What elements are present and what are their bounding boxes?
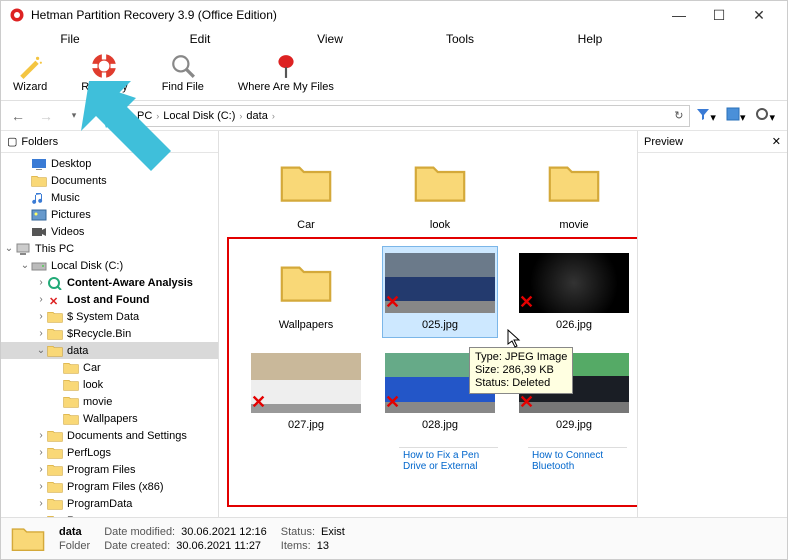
preview-header: Preview bbox=[644, 136, 683, 148]
tree-node[interactable]: Pictures bbox=[1, 206, 218, 223]
help-card[interactable]: How to Fix a Pen Drive or External bbox=[399, 447, 498, 474]
tree-node[interactable]: ⌄Local Disk (C:) bbox=[1, 257, 218, 274]
tree-node[interactable]: ›✕Lost and Found bbox=[1, 291, 218, 308]
folder-item[interactable]: Car bbox=[249, 147, 363, 237]
findfile-label: Find File bbox=[162, 81, 204, 93]
minimize-button[interactable]: — bbox=[659, 1, 699, 29]
history-dropdown[interactable]: ▾ bbox=[63, 105, 85, 127]
refresh-icon[interactable]: ↻ bbox=[674, 109, 683, 122]
content-area: ▢Folders DesktopDocumentsMusicPicturesVi… bbox=[1, 131, 787, 517]
status-date-created: 30.06.2021 11:27 bbox=[176, 540, 261, 552]
tree-node[interactable]: Music bbox=[1, 189, 218, 206]
wherefiles-button[interactable]: Where Are My Files bbox=[234, 51, 338, 95]
close-button[interactable]: ✕ bbox=[739, 1, 779, 29]
tree-node[interactable]: Car bbox=[1, 359, 218, 376]
up-button[interactable]: ↑ bbox=[91, 105, 113, 127]
folder-item[interactable]: look bbox=[383, 147, 497, 237]
folder-item[interactable]: Wallpapers bbox=[249, 247, 363, 337]
path-seg-1[interactable]: Local Disk (C:) bbox=[163, 110, 235, 122]
options-icon[interactable]: ▾ bbox=[755, 107, 775, 124]
deleted-marker-icon: ✕ bbox=[251, 392, 266, 413]
file-item[interactable]: ✕027.jpg bbox=[249, 347, 363, 437]
wizard-button[interactable]: Wizard bbox=[9, 51, 51, 95]
folder-tree[interactable]: DesktopDocumentsMusicPicturesVideos⌄This… bbox=[1, 153, 218, 517]
address-path[interactable]: is PC› Local Disk (C:)› data› ↻ bbox=[119, 105, 690, 127]
lifebuoy-icon bbox=[91, 53, 117, 79]
tree-node[interactable]: ›Content-Aware Analysis bbox=[1, 274, 218, 291]
tree-node[interactable]: Wallpapers bbox=[1, 410, 218, 427]
tree-node[interactable]: ›$ System Data bbox=[1, 308, 218, 325]
tree-node[interactable]: ›PerfLogs bbox=[1, 444, 218, 461]
path-seg-0[interactable]: is PC bbox=[126, 110, 152, 122]
tree-panel: ▢Folders DesktopDocumentsMusicPicturesVi… bbox=[1, 131, 219, 517]
svg-text:✕: ✕ bbox=[49, 296, 58, 307]
tree-node[interactable]: look bbox=[1, 376, 218, 393]
tree-node[interactable]: Documents bbox=[1, 172, 218, 189]
menu-view[interactable]: View bbox=[265, 30, 395, 48]
tree-node[interactable]: ›Program Files bbox=[1, 461, 218, 478]
file-tooltip: Type: JPEG Image Size: 286,39 KB Status:… bbox=[469, 347, 573, 394]
back-button[interactable]: ← bbox=[7, 105, 29, 127]
menu-file[interactable]: File bbox=[5, 30, 135, 48]
file-item[interactable]: ✕025.jpg bbox=[383, 247, 497, 337]
status-name: data bbox=[59, 526, 90, 538]
preview-close-icon[interactable]: ✕ bbox=[772, 135, 781, 148]
mouse-cursor bbox=[507, 329, 523, 349]
status-items: 13 bbox=[317, 540, 329, 552]
menu-edit[interactable]: Edit bbox=[135, 30, 265, 48]
help-card[interactable]: How to Connect Bluetooth bbox=[528, 447, 627, 474]
menu-tools[interactable]: Tools bbox=[395, 30, 525, 48]
deleted-marker-icon: ✕ bbox=[385, 392, 400, 413]
maximize-button[interactable]: ☐ bbox=[699, 1, 739, 29]
preview-panel: Preview ✕ bbox=[637, 131, 787, 517]
magnifier-icon bbox=[170, 53, 196, 79]
address-bar: ← → ▾ ↑ is PC› Local Disk (C:)› data› ↻ … bbox=[1, 101, 787, 131]
tree-node[interactable]: ›Documents and Settings bbox=[1, 427, 218, 444]
folder-item[interactable]: movie bbox=[517, 147, 631, 237]
status-type: Folder bbox=[59, 540, 90, 552]
menu-bar: File Edit View Tools Help bbox=[1, 29, 787, 49]
wherefiles-label: Where Are My Files bbox=[238, 81, 334, 93]
file-item[interactable]: ✕026.jpg bbox=[517, 247, 631, 337]
wand-icon bbox=[17, 53, 43, 79]
menu-help[interactable]: Help bbox=[525, 30, 655, 48]
forward-button[interactable]: → bbox=[35, 105, 57, 127]
app-icon bbox=[9, 7, 25, 23]
deleted-marker-icon: ✕ bbox=[385, 292, 400, 313]
file-view: Carlookmovie Wallpapers✕025.jpg✕026.jpg ✕0… bbox=[219, 131, 637, 517]
deleted-marker-icon: ✕ bbox=[519, 392, 534, 413]
recovery-label: Recovery bbox=[81, 81, 127, 93]
tree-node[interactable]: ›$Recycle.Bin bbox=[1, 325, 218, 342]
findfile-button[interactable]: Find File bbox=[158, 51, 208, 95]
tree-node[interactable]: movie bbox=[1, 393, 218, 410]
window-title: Hetman Partition Recovery 3.9 (Office Ed… bbox=[31, 8, 277, 22]
tree-node[interactable]: Desktop bbox=[1, 155, 218, 172]
tree-node[interactable]: ›Program Files (x86) bbox=[1, 478, 218, 495]
status-value: Exist bbox=[321, 526, 345, 538]
path-seg-2[interactable]: data bbox=[246, 110, 267, 122]
tree-node[interactable]: ⌄data bbox=[1, 342, 218, 359]
folder-icon bbox=[11, 524, 45, 554]
status-bar: data Folder Date modified: 30.06.2021 12… bbox=[1, 517, 787, 559]
deleted-marker-icon: ✕ bbox=[519, 292, 534, 313]
toolbar: Wizard Recovery Find File Where Are My F… bbox=[1, 49, 787, 101]
tree-node[interactable]: Videos bbox=[1, 223, 218, 240]
view-icon[interactable]: ▾ bbox=[726, 107, 746, 124]
tree-node[interactable]: ›ProgramData bbox=[1, 495, 218, 512]
wizard-label: Wizard bbox=[13, 81, 47, 93]
tree-node[interactable]: ⌄This PC bbox=[1, 240, 218, 257]
recovery-button[interactable]: Recovery bbox=[77, 51, 131, 95]
pushpin-icon bbox=[273, 53, 299, 79]
filter-icon[interactable]: ▾ bbox=[696, 107, 716, 124]
status-date-modified: 30.06.2021 12:16 bbox=[181, 526, 267, 538]
file-grid[interactable]: Carlookmovie Wallpapers✕025.jpg✕026.jpg ✕0… bbox=[219, 131, 637, 517]
title-bar: Hetman Partition Recovery 3.9 (Office Ed… bbox=[1, 1, 787, 29]
tree-header: ▢Folders bbox=[1, 131, 218, 153]
